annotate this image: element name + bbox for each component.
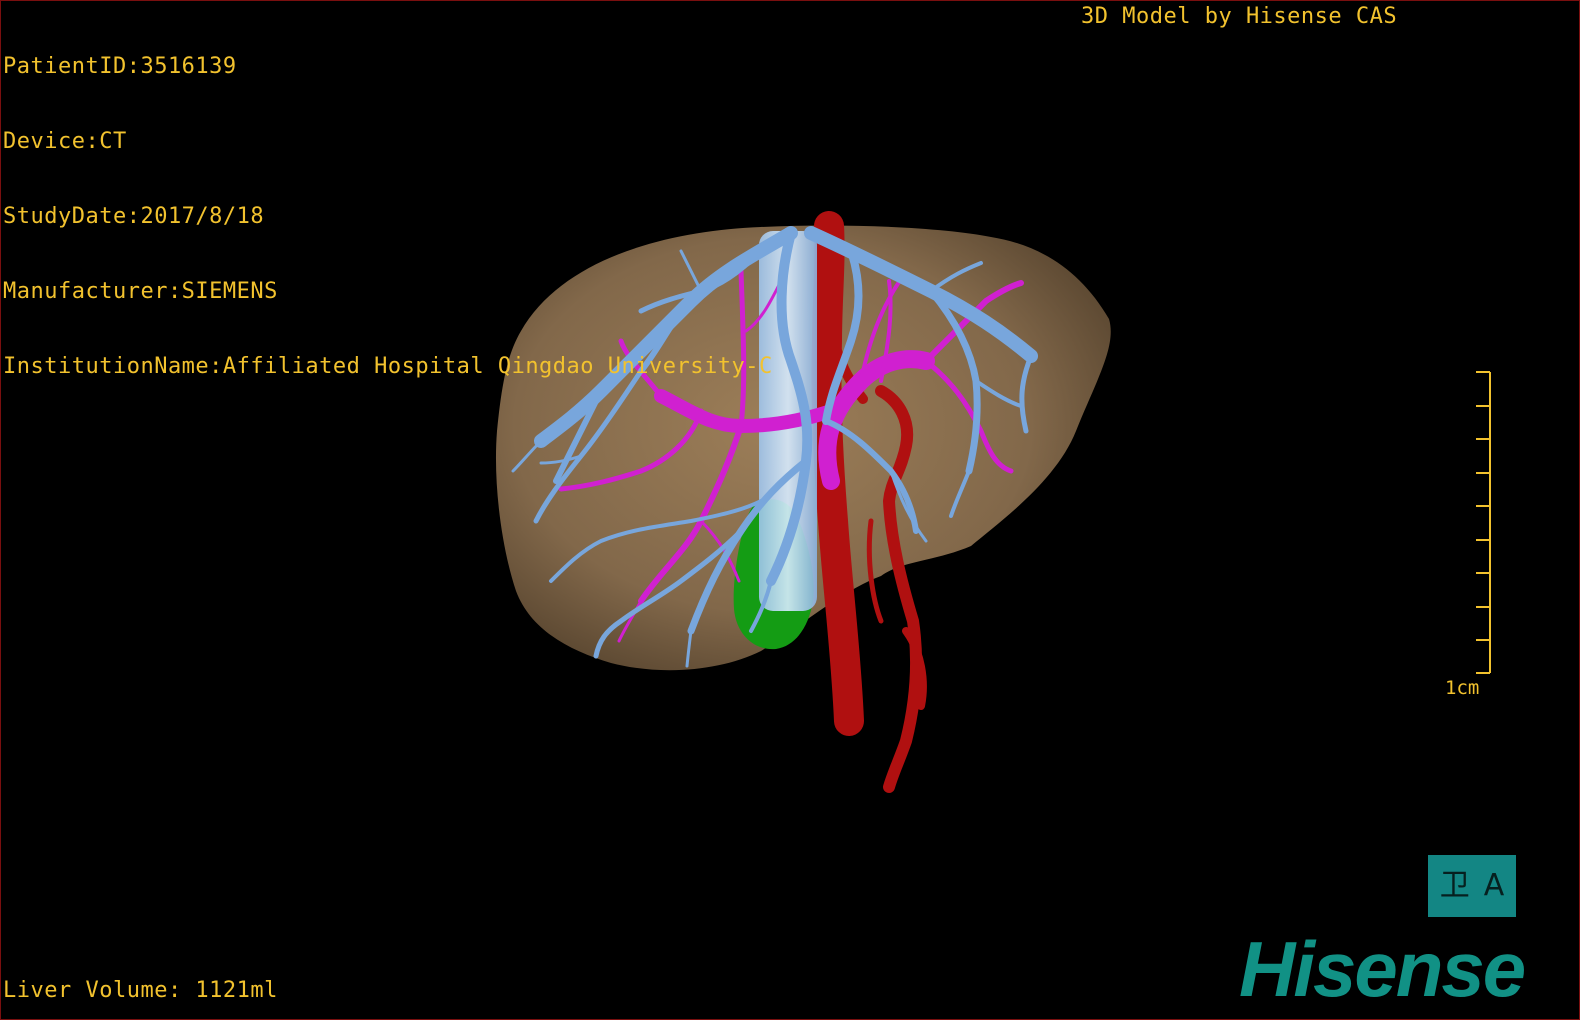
institution-name-text: InstitutionName:Affiliated Hospital Qing… [3,354,773,379]
patient-id-text: PatientID:3516139 [3,54,237,79]
scale-bar [1476,371,1491,674]
device-text: Device:CT [3,129,127,154]
scale-bar-label: 1cm [1445,677,1480,699]
study-date-text: StudyDate:2017/8/18 [3,204,265,229]
liver-volume-text: Liver Volume: 1121ml [3,978,278,1003]
3d-viewport[interactable]: PatientID:3516139 Device:CT StudyDate:20… [0,0,1580,1020]
hisense-logo: Hisense [1239,925,1526,1013]
orientation-left-glyph: 卫 [1439,868,1470,903]
orientation-cube[interactable]: 卫 A [1428,855,1516,917]
model-credit-text: 3D Model by Hisense CAS [1081,4,1398,29]
patient-info-overlay: PatientID:3516139 Device:CT StudyDate:20… [3,4,773,429]
orientation-anterior-glyph: A [1483,868,1505,903]
manufacturer-text: Manufacturer:SIEMENS [3,279,278,304]
